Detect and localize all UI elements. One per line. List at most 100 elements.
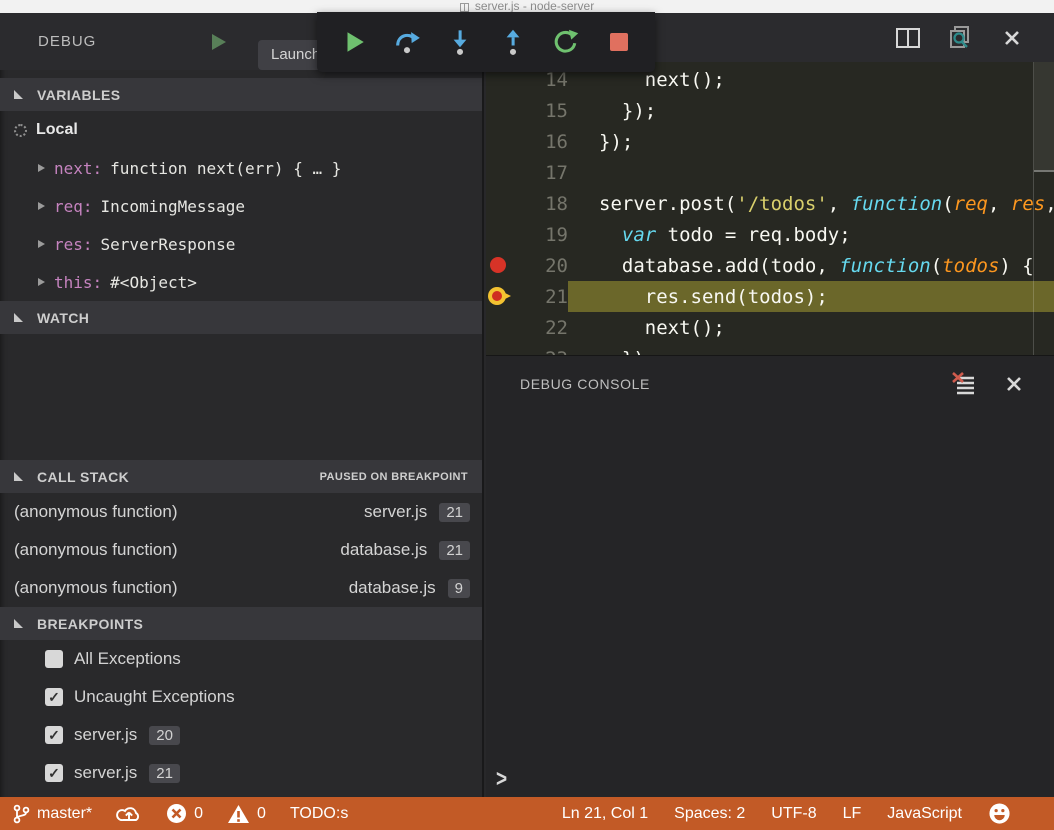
code-editor[interactable]: 14 next();15 });16});1718server.post('/t… bbox=[486, 62, 1054, 355]
expand-arrow-icon[interactable] bbox=[38, 202, 45, 210]
chevron-expanded-icon bbox=[14, 619, 23, 628]
code-token: function bbox=[851, 193, 943, 215]
breakpoint-gutter[interactable] bbox=[486, 188, 516, 219]
smiley-icon bbox=[988, 802, 1011, 825]
frame-name: (anonymous function) bbox=[14, 540, 340, 560]
breakpoint-gutter[interactable] bbox=[486, 126, 516, 157]
variable-row[interactable]: this:#<Object> bbox=[0, 263, 482, 301]
split-editor-button[interactable] bbox=[894, 25, 922, 51]
debug-console-input[interactable]: > bbox=[486, 762, 1054, 797]
status-item-todo-s[interactable]: TODO:s bbox=[278, 797, 360, 830]
debug-console-header: DEBUG CONSOLE bbox=[486, 356, 1054, 412]
code-text: }); bbox=[568, 95, 1054, 126]
line-number: 16 bbox=[516, 131, 568, 153]
expand-arrow-icon[interactable] bbox=[38, 278, 45, 286]
breakpoint-gutter[interactable] bbox=[486, 312, 516, 343]
breakpoint-row[interactable]: ✓server.js20 bbox=[0, 716, 482, 754]
breakpoint-gutter[interactable] bbox=[486, 250, 516, 281]
editor-area: 14 next();15 });16});1718server.post('/t… bbox=[486, 13, 1054, 797]
breakpoint-row[interactable]: ✓Uncaught Exceptions bbox=[0, 678, 482, 716]
step-into-button[interactable] bbox=[443, 25, 477, 59]
status-item-label: 0 bbox=[257, 805, 266, 823]
status-item-ln-21-col-1[interactable]: Ln 21, Col 1 bbox=[549, 797, 661, 830]
step-over-button[interactable] bbox=[390, 25, 424, 59]
frame-file: database.js bbox=[349, 578, 436, 598]
call-stack-frame[interactable]: (anonymous function)server.js21 bbox=[0, 493, 482, 531]
cloud-upload-icon bbox=[116, 804, 142, 824]
status-item-utf-8[interactable]: UTF-8 bbox=[758, 797, 829, 830]
watch-list bbox=[0, 334, 482, 460]
variable-name: next: bbox=[54, 159, 102, 178]
breakpoint-checkbox[interactable]: ✓ bbox=[45, 688, 63, 706]
status-bar-left: master* 0 0 TODO:s bbox=[0, 797, 360, 830]
code-token: }); bbox=[599, 348, 656, 356]
chevron-expanded-icon bbox=[14, 90, 23, 99]
breakpoint-checkbox[interactable] bbox=[45, 650, 63, 668]
code-token: server.post( bbox=[599, 193, 736, 215]
split-editor-icon bbox=[896, 28, 920, 48]
status-item-javascript[interactable]: JavaScript bbox=[874, 797, 975, 830]
variable-row[interactable]: next:function next(err) { … } bbox=[0, 149, 482, 187]
expand-arrow-icon[interactable] bbox=[38, 240, 45, 248]
variables-scope[interactable]: Local bbox=[0, 111, 482, 149]
call-stack-frame[interactable]: (anonymous function)database.js21 bbox=[0, 531, 482, 569]
frame-line-badge: 21 bbox=[439, 541, 470, 560]
status-item-0[interactable]: 0 bbox=[215, 797, 278, 830]
breakpoint-checkbox[interactable]: ✓ bbox=[45, 726, 63, 744]
breakpoint-checkbox[interactable]: ✓ bbox=[45, 764, 63, 782]
debug-console-title: DEBUG CONSOLE bbox=[520, 376, 928, 392]
continue-button[interactable] bbox=[337, 25, 371, 59]
step-out-button[interactable] bbox=[496, 25, 530, 59]
line-number: 19 bbox=[516, 224, 568, 246]
breakpoint-line-badge: 21 bbox=[149, 764, 180, 783]
cloud-upload-status-item[interactable] bbox=[104, 797, 154, 830]
status-item-master[interactable]: master* bbox=[0, 797, 104, 830]
close-button[interactable] bbox=[1000, 371, 1028, 397]
stop-button[interactable] bbox=[602, 25, 636, 59]
smiley-status-item[interactable] bbox=[975, 797, 1024, 830]
breakpoint-gutter[interactable] bbox=[486, 343, 516, 355]
line-number: 18 bbox=[516, 193, 568, 215]
breakpoints-section-header[interactable]: BREAKPOINTS bbox=[0, 607, 482, 640]
variable-row[interactable]: req:IncomingMessage bbox=[0, 187, 482, 225]
current-execution-breakpoint-icon[interactable] bbox=[488, 287, 506, 305]
breakpoint-gutter[interactable] bbox=[486, 157, 516, 188]
step-into-icon bbox=[446, 28, 474, 56]
watch-section-header[interactable]: WATCH bbox=[0, 301, 482, 334]
start-debug-button[interactable] bbox=[212, 34, 228, 50]
close-button[interactable] bbox=[998, 25, 1026, 51]
variables-section-header[interactable]: VARIABLES bbox=[0, 78, 482, 111]
restart-icon bbox=[552, 28, 580, 56]
error-circle-icon bbox=[166, 803, 187, 824]
code-token: next(); bbox=[599, 317, 725, 339]
breakpoint-gutter[interactable] bbox=[486, 281, 516, 312]
search-files-button[interactable] bbox=[946, 25, 974, 51]
code-token: , bbox=[988, 193, 1011, 215]
status-bar-right: Ln 21, Col 1Spaces: 2UTF-8LFJavaScript bbox=[549, 797, 1054, 830]
status-item-lf[interactable]: LF bbox=[830, 797, 875, 830]
expand-arrow-icon[interactable] bbox=[38, 164, 45, 172]
code-text: var todo = req.body; bbox=[568, 219, 1054, 250]
chevron-expanded-icon bbox=[14, 313, 23, 322]
status-item-spaces-2[interactable]: Spaces: 2 bbox=[661, 797, 758, 830]
frame-name: (anonymous function) bbox=[14, 578, 349, 598]
clear-console-button[interactable] bbox=[950, 371, 978, 397]
breakpoint-gutter[interactable] bbox=[486, 95, 516, 126]
call-stack-frame[interactable]: (anonymous function)database.js9 bbox=[0, 569, 482, 607]
code-text: res.send(todos); bbox=[568, 281, 1054, 312]
breakpoint-icon[interactable] bbox=[490, 257, 506, 273]
status-item-0[interactable]: 0 bbox=[154, 797, 215, 830]
debug-console-panel: DEBUG CONSOLE > bbox=[486, 355, 1054, 797]
breakpoint-row[interactable]: All Exceptions bbox=[0, 640, 482, 678]
variable-row[interactable]: res:ServerResponse bbox=[0, 225, 482, 263]
restart-button[interactable] bbox=[549, 25, 583, 59]
variable-name: this: bbox=[54, 273, 102, 292]
breakpoints-list: All Exceptions✓Uncaught Exceptions✓serve… bbox=[0, 640, 482, 792]
call-stack-section-title: CALL STACK bbox=[37, 469, 320, 485]
call-stack-section-header[interactable]: CALL STACK PAUSED ON BREAKPOINT bbox=[0, 460, 482, 493]
code-token: var bbox=[622, 224, 656, 246]
variables-list: Localnext:function next(err) { … }req:In… bbox=[0, 111, 482, 301]
breakpoint-row[interactable]: ✓server.js21 bbox=[0, 754, 482, 792]
breakpoint-gutter[interactable] bbox=[486, 219, 516, 250]
stop-icon bbox=[607, 30, 631, 54]
